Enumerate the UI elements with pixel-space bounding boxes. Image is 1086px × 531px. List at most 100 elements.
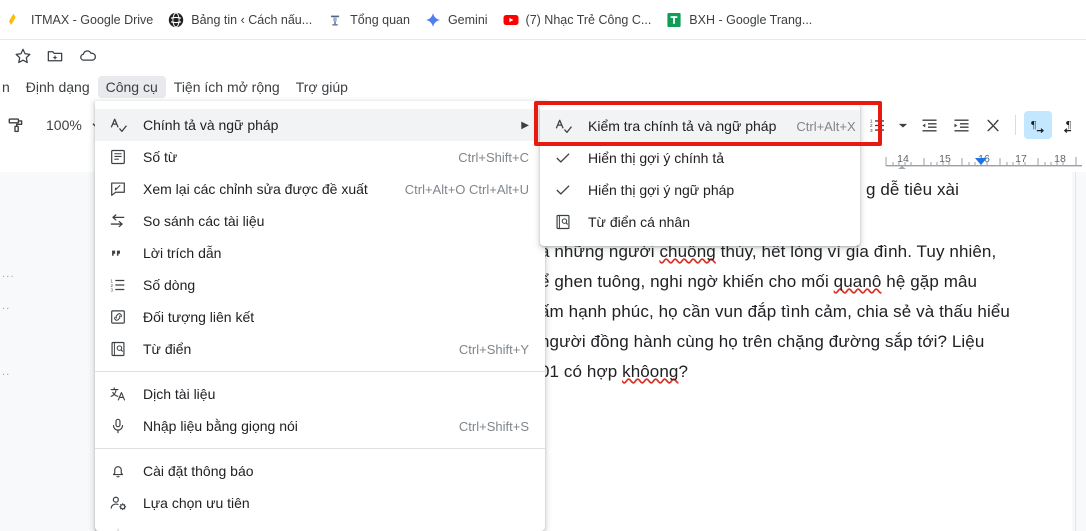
menu-item-dinh-dang[interactable]: Định dạng — [18, 76, 98, 98]
bookmark-itmax-google-drive[interactable]: ITMAX - Google Drive — [2, 8, 162, 32]
dictionary-icon — [109, 340, 131, 358]
menu-item-clipped[interactable]: n — [0, 76, 18, 98]
zoom-level-value: 100% — [46, 117, 82, 133]
paint-format-icon[interactable] — [2, 111, 30, 139]
word-count-icon — [109, 148, 131, 166]
outline-marker: .. — [2, 300, 11, 312]
menu-item-label: Số từ — [143, 149, 178, 165]
preferences-icon — [109, 494, 131, 513]
compare-documents-icon — [109, 212, 131, 230]
menu-item-doi-tuong-lien-ket[interactable]: Đối tượng liên kết — [95, 301, 545, 333]
bookmark-nhac-tre-cong-c[interactable]: (7) Nhạc Trẻ Công C... — [497, 8, 661, 32]
cloud-saved-icon[interactable] — [78, 47, 98, 65]
menu-item-tu-dien[interactable]: Từ điển Ctrl+Shift+Y — [95, 333, 545, 365]
line-numbers-icon: 1 2 3 — [109, 276, 131, 294]
outline-marker: .. — [2, 366, 11, 378]
checkmark-icon — [554, 181, 576, 199]
bookmark-label: Tổng quan — [350, 12, 410, 27]
menu-item-label: Kiểm tra chính tả và ngữ pháp — [588, 118, 777, 134]
numbered-list-icon[interactable]: 1 2 3 — [863, 111, 891, 139]
increase-indent-icon[interactable] — [947, 111, 975, 139]
menu-item-xem-lai-cac-chinh-sua[interactable]: Xem lại các chỉnh sửa được đề xuất Ctrl+… — [95, 173, 545, 205]
bookmark-tong-quan[interactable]: Tổng quan — [321, 8, 419, 32]
bookmark-label: ITMAX - Google Drive — [31, 12, 154, 27]
misspelled-word: quanô — [833, 272, 882, 291]
clipped-icon — [109, 526, 131, 531]
menu-item-dich-tai-lieu[interactable]: Dịch tài liệu — [95, 378, 545, 410]
page-right-edge — [1075, 172, 1076, 531]
menu-item-kiem-tra-chinh-ta-va-ngu-phap[interactable]: Kiểm tra chính tả và ngữ pháp Ctrl+Alt+X — [540, 110, 860, 142]
spellcheck-icon — [109, 116, 131, 135]
misspelled-word: khôong — [622, 362, 679, 381]
decrease-indent-icon[interactable] — [915, 111, 943, 139]
menu-item-hien-thi-goi-y-ngu-phap[interactable]: Hiển thị gợi ý ngữ pháp — [540, 174, 860, 206]
menu-item-shortcut: Ctrl+Shift+S — [458, 418, 529, 434]
menu-item-label: Số dòng — [143, 277, 196, 293]
rtl-paragraph-icon[interactable]: ¶ — [1056, 111, 1084, 139]
docs-title-icon-row — [0, 41, 1086, 71]
bell-icon — [109, 462, 131, 480]
menu-item-lua-chon-uu-tien[interactable]: Lựa chọn ưu tiên — [95, 487, 545, 519]
menu-item-shortcut: Ctrl+Shift+Y — [458, 341, 529, 357]
menu-item-label: Hiển thị gợi ý chính tả — [588, 150, 725, 166]
menu-separator — [95, 448, 545, 449]
menu-item-label: Cài đặt thông báo — [143, 463, 254, 479]
overview-icon — [327, 12, 343, 28]
menu-item-tro-giup[interactable]: Trợ giúp — [288, 76, 356, 98]
numbered-list-caret-icon[interactable] — [895, 111, 911, 139]
youtube-icon — [503, 12, 519, 28]
wordpress-icon — [168, 12, 184, 28]
document-text-line: ấm hạnh phúc, họ cần vun đắp tình cảm, c… — [540, 302, 1010, 321]
dictionary-icon — [554, 213, 576, 231]
menu-item-label: Chính tả và ngữ pháp — [143, 117, 279, 133]
outline-marker: ... — [2, 268, 15, 280]
clear-formatting-icon[interactable] — [979, 111, 1007, 139]
menu-item-label: Từ điển — [143, 341, 192, 357]
spellcheck-submenu-panel[interactable]: Kiểm tra chính tả và ngữ pháp Ctrl+Alt+X… — [540, 104, 860, 246]
bookmarks-bar: ITMAX - Google Drive Bảng tin ‹ Cách nấu… — [0, 0, 1086, 40]
tools-menu-panel[interactable]: Chính tả và ngữ pháp ▶ Số từ Ctrl+Shift+… — [95, 101, 545, 531]
citations-icon — [109, 244, 131, 262]
menu-item-label: Lựa chọn ưu tiên — [143, 495, 250, 511]
menu-item-label: So sánh các tài liệu — [143, 213, 265, 229]
menu-item-chinh-ta-va-ngu-phap[interactable]: Chính tả và ngữ pháp ▶ — [95, 109, 545, 141]
menu-item-tien-ich-mo-rong[interactable]: Tiện ích mở rộng — [166, 76, 288, 98]
menu-item-label: Xem lại các chỉnh sửa được đề xuất — [143, 181, 368, 197]
bookmark-label: Bảng tin ‹ Cách nấu... — [191, 12, 313, 27]
ltr-paragraph-icon[interactable]: ¶ — [1024, 111, 1052, 139]
star-icon[interactable] — [14, 47, 32, 65]
menu-item-shortcut: Ctrl+Alt+X — [796, 118, 856, 134]
menu-item-so-sanh-cac-tai-lieu[interactable]: So sánh các tài liệu — [95, 205, 545, 237]
menu-item-nhap-lieu-bang-giong-noi[interactable]: Nhập liệu bằng giọng nói Ctrl+Shift+S — [95, 410, 545, 442]
menu-item-cai-dat-thong-bao[interactable]: Cài đặt thông báo — [95, 455, 545, 487]
docs-menu-bar: n Định dạng Công cụ Tiện ích mở rộng Trợ… — [0, 72, 1086, 102]
menu-item-hien-thi-goi-y-chinh-ta[interactable]: Hiển thị gợi ý chính tả — [540, 142, 860, 174]
google-drive-icon — [8, 12, 24, 28]
svg-text:3: 3 — [869, 127, 872, 133]
browser-window: ITMAX - Google Drive Bảng tin ‹ Cách nấu… — [0, 0, 1086, 531]
svg-text:18: 18 — [1054, 153, 1066, 165]
bookmark-label: BXH - Google Trang... — [689, 12, 813, 27]
document-text-line: ể ghen tuông, nghi ngờ khiến cho mối qua… — [540, 272, 978, 291]
menu-item-cong-cu[interactable]: Công cụ — [97, 76, 166, 98]
google-sheets-icon — [666, 12, 682, 28]
menu-item-label: Đối tượng liên kết — [143, 309, 255, 325]
review-edits-icon — [109, 180, 131, 198]
document-text-line: người đồng hành cùng họ trên chặng đường… — [540, 332, 985, 351]
document-text-line: 01 có hợp khôong? — [540, 362, 689, 381]
bookmark-label: Gemini — [447, 12, 488, 27]
menu-item-label: Từ điển cá nhân — [588, 214, 690, 230]
menu-item-partial-clipped[interactable] — [95, 519, 545, 531]
bookmark-gemini[interactable]: Gemini — [419, 8, 497, 32]
menu-item-so-tu[interactable]: Số từ Ctrl+Shift+C — [95, 141, 545, 173]
svg-text:3: 3 — [110, 287, 113, 292]
menu-item-so-dong[interactable]: 1 2 3 Số dòng — [95, 269, 545, 301]
menu-item-label: Nhập liệu bằng giọng nói — [143, 418, 298, 434]
move-to-folder-icon[interactable] — [46, 47, 64, 65]
menu-item-loi-trich-dan[interactable]: Lời trích dẫn — [95, 237, 545, 269]
bookmark-bang-tin-cach-nau[interactable]: Bảng tin ‹ Cách nấu... — [162, 8, 321, 32]
menu-item-label: Hiển thị gợi ý ngữ pháp — [588, 182, 735, 198]
menu-item-label: Lời trích dẫn — [143, 245, 222, 261]
menu-item-tu-dien-ca-nhan[interactable]: Từ điển cá nhân — [540, 206, 860, 238]
bookmark-bxh-google-trang[interactable]: BXH - Google Trang... — [660, 8, 821, 32]
